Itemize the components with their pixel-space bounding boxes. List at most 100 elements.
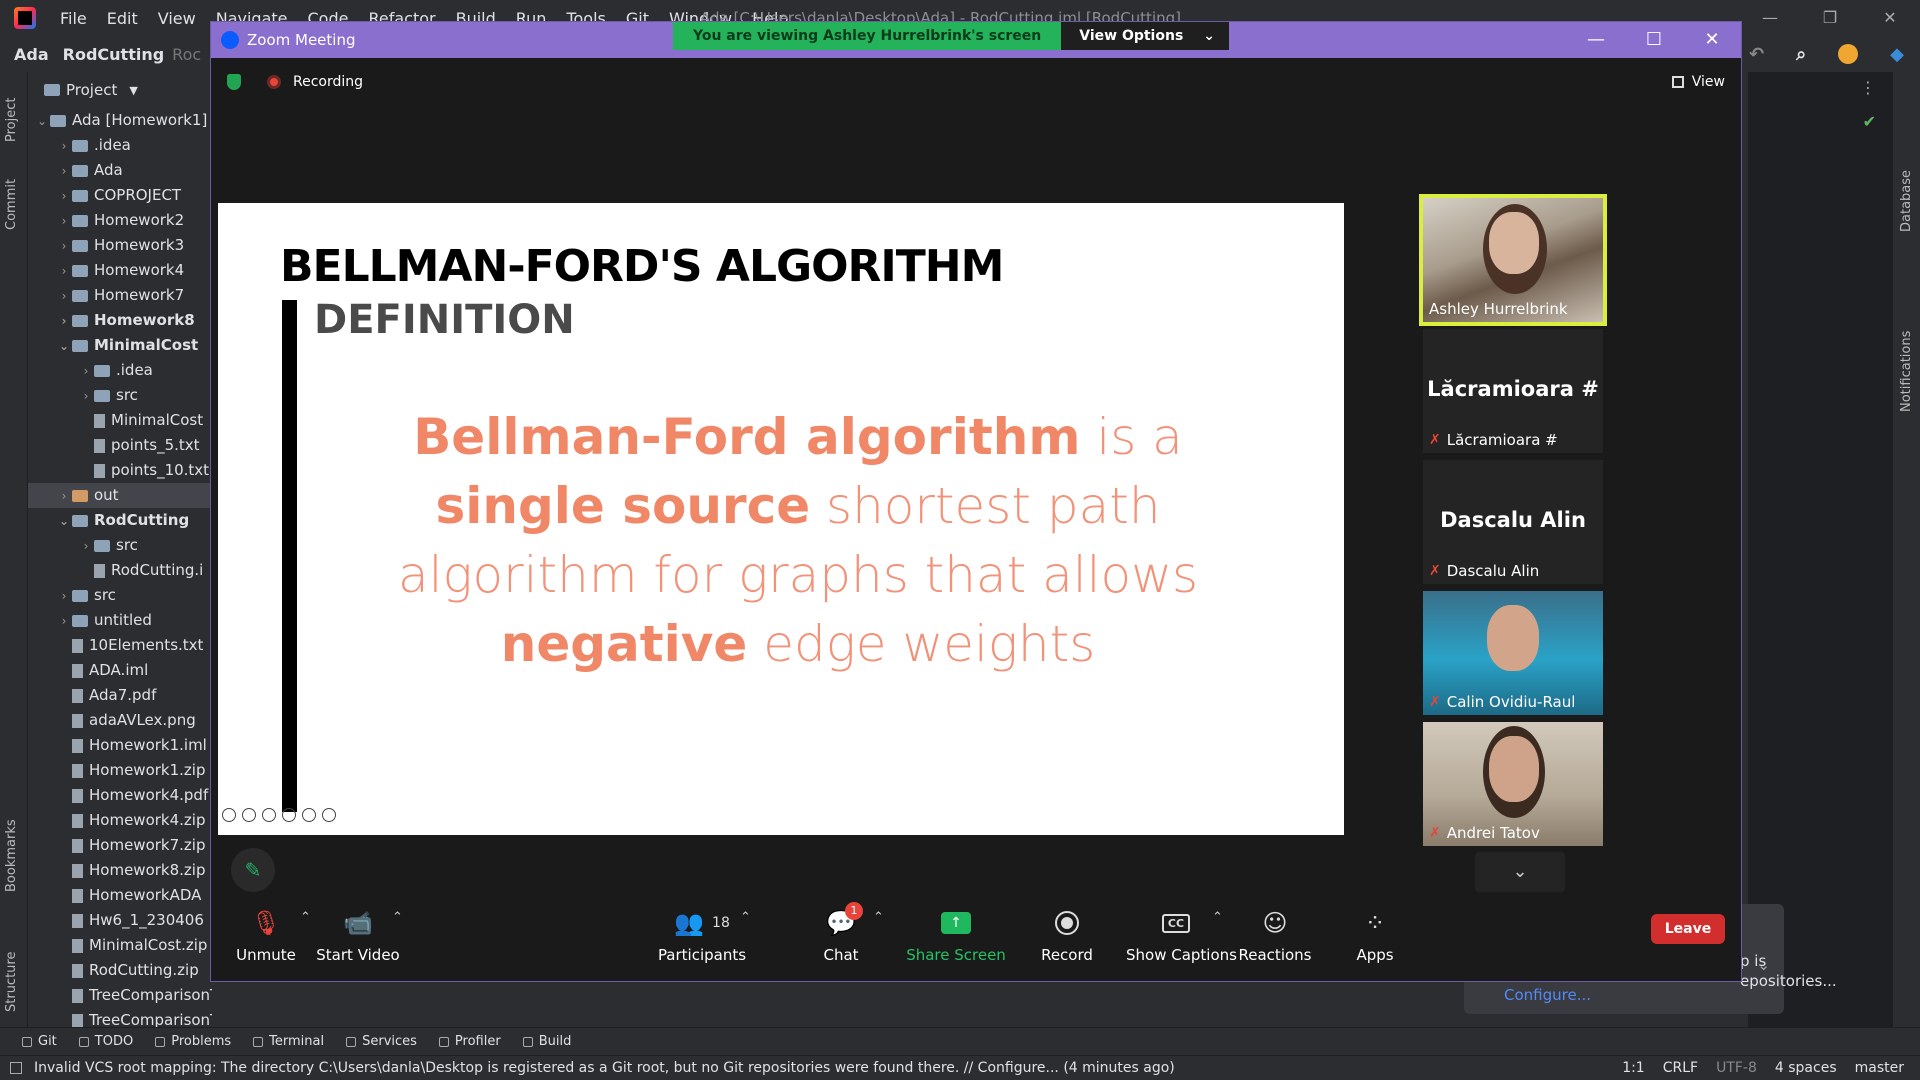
tree-item[interactable]: ⌄ Ada [Homework1] [28, 108, 212, 133]
participant-tile[interactable]: ✗ Andrei Tatov [1423, 722, 1603, 846]
tree-item[interactable]: › Homework8 [28, 308, 212, 333]
chevron-down-icon[interactable]: ⌄ [56, 334, 72, 358]
minimize-icon[interactable]: — [1740, 0, 1800, 36]
chevron-down-icon[interactable]: ⌄ [56, 509, 72, 533]
menu-edit[interactable]: Edit [97, 9, 148, 28]
tree-item[interactable]: › Homework7 [28, 283, 212, 308]
more-options-icon[interactable]: ⋮ [1860, 78, 1876, 97]
pen-icon[interactable] [242, 808, 256, 822]
chat-button[interactable]: 💬 1 ⌃ Chat [791, 902, 891, 964]
tree-item[interactable]: › src [28, 583, 212, 608]
caret-position[interactable]: 1:1 [1622, 1060, 1645, 1076]
chevron-right-icon[interactable]: › [56, 484, 72, 508]
project-tool-tab[interactable]: Project [4, 98, 19, 142]
gallery-scroll-down-button[interactable]: ⌄ [1475, 852, 1565, 892]
indent-setting[interactable]: 4 spaces [1775, 1060, 1837, 1076]
chevron-up-icon[interactable]: ⌃ [873, 910, 884, 925]
tool-tab-profiler[interactable]: Profiler [438, 1034, 501, 1049]
close-icon[interactable]: ✕ [1860, 0, 1920, 36]
prev-slide-icon[interactable] [222, 808, 236, 822]
tree-item[interactable]: › out [28, 483, 212, 508]
chevron-right-icon[interactable]: › [56, 609, 72, 633]
apps-button[interactable]: ⁘ Apps [1325, 902, 1425, 964]
toolbox-icon[interactable]: ◆ [1890, 44, 1904, 65]
status-message[interactable]: Invalid VCS root mapping: The directory … [34, 1060, 1175, 1076]
view-button[interactable]: View [1671, 74, 1725, 90]
view-options-button[interactable]: View Options ⌄ [1061, 22, 1230, 50]
chevron-right-icon[interactable]: › [56, 284, 72, 308]
tool-tab-git[interactable]: Git [22, 1034, 57, 1049]
participant-tile[interactable]: Lăcramioara # ✗ Lăcramioara # [1423, 329, 1603, 453]
tree-item[interactable]: › src [28, 383, 212, 408]
tree-item[interactable]: 10Elements.txt [28, 633, 212, 658]
tree-item[interactable]: › Homework4 [28, 258, 212, 283]
tree-item[interactable]: › src [28, 533, 212, 558]
chevron-right-icon[interactable]: › [56, 259, 72, 283]
chevron-down-icon[interactable]: ⌄ [34, 109, 50, 133]
update-icon[interactable] [1838, 44, 1859, 64]
status-square-icon[interactable] [10, 1062, 22, 1074]
tree-item[interactable]: HomeworkADA [28, 883, 212, 908]
tree-item[interactable]: MinimalCost.zip [28, 933, 212, 958]
tree-item[interactable]: RodCutting.i [28, 558, 212, 583]
file-encoding[interactable]: UTF-8 [1716, 1060, 1757, 1076]
line-separator[interactable]: CRLF [1663, 1060, 1698, 1076]
tree-item[interactable]: › .idea [28, 133, 212, 158]
next-slide-icon[interactable] [322, 808, 336, 822]
tree-item[interactable]: RodCutting.zip [28, 958, 212, 983]
chevron-down-icon[interactable]: ⌄ [1757, 956, 1770, 974]
git-branch[interactable]: master [1855, 1060, 1904, 1076]
unmute-button[interactable]: 🎙 ⌃ Unmute [216, 902, 316, 964]
tree-item[interactable]: TreeComparisonTable10000.png [28, 983, 212, 1008]
participants-button[interactable]: 👥 18 ⌃ Participants [652, 902, 752, 964]
record-button[interactable]: Record [1017, 902, 1117, 964]
participant-tile[interactable]: Ashley Hurrelbrink [1419, 194, 1607, 326]
menu-view[interactable]: View [148, 9, 206, 28]
chevron-right-icon[interactable]: › [56, 309, 72, 333]
chevron-right-icon[interactable]: › [78, 534, 94, 558]
tool-tab-build[interactable]: Build [522, 1034, 571, 1049]
tree-item[interactable]: ADA.iml [28, 658, 212, 683]
commit-tool-tab[interactable]: Commit [4, 179, 19, 230]
bookmarks-tool-tab[interactable]: Bookmarks [4, 819, 19, 892]
more-icon[interactable] [302, 808, 316, 822]
participant-tile[interactable]: ✗ Calin Ovidiu-Raul [1423, 591, 1603, 715]
project-panel-header[interactable]: Project ▼ [28, 72, 212, 108]
tree-item[interactable]: points_5.txt [28, 433, 212, 458]
tree-item[interactable]: MinimalCost [28, 408, 212, 433]
tree-item[interactable]: Homework8.zip [28, 858, 212, 883]
chevron-right-icon[interactable]: › [56, 134, 72, 158]
tree-item[interactable]: TreeComparisonTable1000000.png [28, 1008, 212, 1027]
structure-tool-tab[interactable]: Structure [4, 952, 19, 1012]
tool-tab-problems[interactable]: Problems [155, 1034, 231, 1049]
menu-file[interactable]: File [50, 9, 97, 28]
tree-item[interactable]: › Homework3 [28, 233, 212, 258]
breadcrumb-file[interactable]: Roc [172, 45, 201, 64]
undo-icon[interactable]: ↶ [1749, 44, 1764, 65]
search-icon[interactable]: ⌕ [1796, 44, 1806, 65]
breadcrumb-module[interactable]: RodCutting [63, 45, 165, 64]
show-captions-button[interactable]: CC ⌃ Show Captions [1126, 902, 1237, 964]
tool-tab-todo[interactable]: TODO [78, 1034, 133, 1049]
share-screen-button[interactable]: ↑ Share Screen [906, 902, 1006, 964]
tree-item[interactable]: › .idea [28, 358, 212, 383]
participant-tile[interactable]: Dascalu Alin ✗ Dascalu Alin [1423, 460, 1603, 584]
tree-item[interactable]: ⌄ MinimalCost [28, 333, 212, 358]
maximize-icon[interactable]: ☐ [1625, 22, 1683, 58]
tree-item[interactable]: Homework7.zip [28, 833, 212, 858]
reactions-button[interactable]: ☺ Reactions [1225, 902, 1325, 964]
chevron-right-icon[interactable]: › [56, 184, 72, 208]
breadcrumb-project[interactable]: Ada [14, 45, 49, 64]
chevron-right-icon[interactable]: › [56, 159, 72, 183]
tree-item[interactable]: Homework1.zip [28, 758, 212, 783]
tree-item[interactable]: points_10.txt [28, 458, 212, 483]
annotate-button[interactable]: ✎ [231, 848, 275, 892]
chevron-up-icon[interactable]: ⌃ [1212, 910, 1223, 925]
tool-tab-services[interactable]: Services [346, 1034, 417, 1049]
tree-item[interactable]: › untitled [28, 608, 212, 633]
tree-item[interactable]: adaAVLex.png [28, 708, 212, 733]
captions-icon[interactable] [262, 808, 276, 822]
chevron-right-icon[interactable]: › [78, 384, 94, 408]
configure-link[interactable]: Configure... [1504, 986, 1591, 1004]
chevron-right-icon[interactable]: › [56, 584, 72, 608]
